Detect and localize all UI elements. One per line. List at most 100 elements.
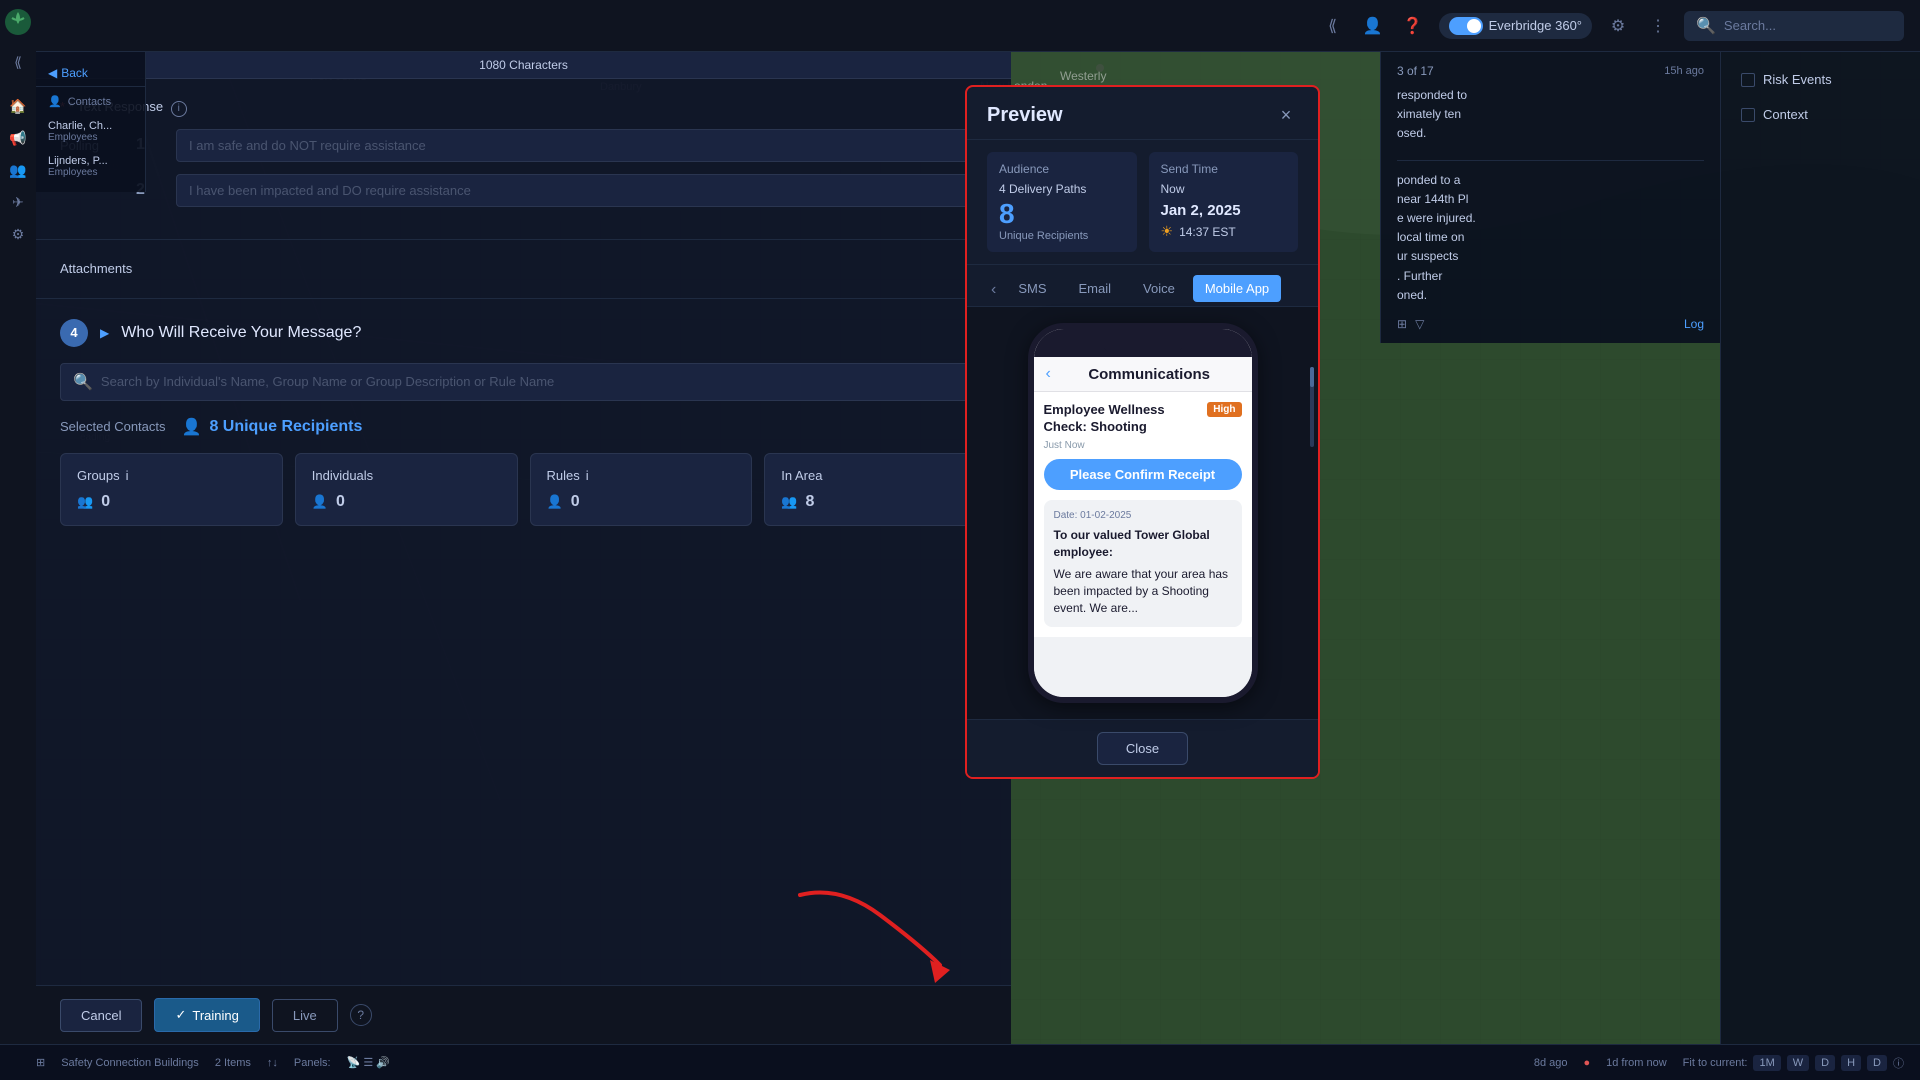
main-panel: 1080 Characters * * Text Response i Poll… xyxy=(36,52,1011,1080)
contact-cards-row: Groups i 👥 0 Individuals 👤 0 xyxy=(60,453,987,526)
tab-mobile-app[interactable]: Mobile App xyxy=(1193,275,1281,302)
time-btn-m[interactable]: 1M xyxy=(1753,1055,1780,1071)
status-bar: ⊞ Safety Connection Buildings 2 Items ↑↓… xyxy=(0,1044,1920,1080)
section-4-header: 4 ▶ Who Will Receive Your Message? xyxy=(60,319,987,347)
time-btn-h[interactable]: H xyxy=(1841,1055,1861,1071)
preview-close-x-button[interactable]: × xyxy=(1274,103,1298,127)
phone-date-line: Date: 01-02-2025 xyxy=(1054,510,1232,521)
time-btn-d[interactable]: D xyxy=(1815,1055,1835,1071)
everbridge-toggle[interactable]: Everbridge 360° xyxy=(1439,13,1592,39)
time-btn-w[interactable]: W xyxy=(1787,1055,1809,1071)
cancel-button[interactable]: Cancel xyxy=(60,999,142,1032)
send-date: Jan 2, 2025 xyxy=(1161,202,1287,219)
info-icon-status[interactable]: ⓘ xyxy=(1893,1055,1904,1071)
live-button[interactable]: Live xyxy=(272,999,338,1032)
right-panel: Risk Events Context xyxy=(1720,52,1920,1044)
priority-badge: High xyxy=(1207,402,1241,417)
in-area-card: In Area 👥 8 xyxy=(764,453,987,526)
context-checkbox[interactable] xyxy=(1741,108,1755,122)
unique-recipients-sub: Unique Recipients xyxy=(999,230,1125,242)
search-bar[interactable]: 🔍 xyxy=(1684,11,1904,41)
preview-scrollbar-thumb[interactable] xyxy=(1310,367,1314,387)
phone-notch xyxy=(1034,329,1252,357)
attachments-section: Attachments xyxy=(36,240,1011,299)
groups-count: 👥 0 xyxy=(77,493,266,511)
phone-nav-title: Communications xyxy=(1059,366,1240,383)
sidebar-home-icon[interactable]: 🏠 xyxy=(4,92,32,120)
user-icon[interactable]: 👤 xyxy=(1359,12,1387,40)
sidebar-collapse-icon[interactable]: ⟪ xyxy=(4,48,32,76)
buildings-label: Safety Connection Buildings xyxy=(61,1057,199,1069)
time-btn-d2[interactable]: D xyxy=(1867,1055,1887,1071)
contacts-section-label: Contacts xyxy=(68,96,111,108)
polling-input-1[interactable] xyxy=(176,129,987,162)
sidebar-settings-icon[interactable]: ⚙ xyxy=(4,220,32,248)
risk-events-item[interactable]: Risk Events xyxy=(1733,64,1908,95)
dot-indicator: ● xyxy=(1583,1057,1590,1069)
filter-icon[interactable]: ⊞ xyxy=(1397,317,1407,331)
expand-icon[interactable]: ▶ xyxy=(100,326,109,340)
phone-body-text: We are aware that your area has been imp… xyxy=(1054,566,1232,616)
tab-email[interactable]: Email xyxy=(1065,273,1126,306)
time-value: 14:37 EST xyxy=(1179,225,1236,239)
phone-mockup: ‹ Communications Employee Wellness Check… xyxy=(1028,323,1258,703)
panel-icons[interactable]: 📡 ☰ 🔊 xyxy=(347,1056,390,1069)
unique-recipients-display: 👤 8 Unique Recipients xyxy=(182,417,363,437)
groups-person-icon: 👥 xyxy=(77,494,93,510)
in-area-card-title: In Area xyxy=(781,468,970,483)
sidebar-contacts-icon[interactable]: 👥 xyxy=(4,156,32,184)
groups-info-icon[interactable]: i xyxy=(126,468,129,483)
sort-icon[interactable]: ↑↓ xyxy=(267,1057,278,1069)
settings-icon[interactable]: ⚙ xyxy=(1604,12,1632,40)
close-bottom-button[interactable]: Close xyxy=(1097,732,1188,765)
send-time-label: Send Time xyxy=(1161,162,1287,176)
send-time-box: Send Time Now Jan 2, 2025 ☀ 14:37 EST xyxy=(1149,152,1299,252)
now-label: 1d from now xyxy=(1606,1057,1667,1069)
collapse-icon[interactable]: ⟪ xyxy=(1319,12,1347,40)
sidebar-send-icon[interactable]: ✈ xyxy=(4,188,32,216)
recipients-section: 4 ▶ Who Will Receive Your Message? 🔍 Sel… xyxy=(36,299,1011,566)
bottom-action-bar: Cancel ✓ Training Live ? xyxy=(36,985,1011,1044)
search-input[interactable] xyxy=(1724,18,1892,33)
rules-person-icon: 👤 xyxy=(547,494,563,510)
phone-body-bold: To our valued Tower Global employee: xyxy=(1054,527,1232,561)
funnel-icon[interactable]: ▽ xyxy=(1415,317,1424,331)
search-contacts-bar[interactable]: 🔍 xyxy=(60,363,987,401)
confirm-receipt-button[interactable]: Please Confirm Receipt xyxy=(1044,459,1242,490)
rules-card: Rules i 👤 0 xyxy=(530,453,753,526)
log-label[interactable]: Log xyxy=(1684,317,1704,331)
tabs-left-chevron[interactable]: ‹ xyxy=(987,277,1000,303)
contact-item-charlie[interactable]: Charlie, Ch... Employees xyxy=(36,114,145,149)
phone-back-icon[interactable]: ‹ xyxy=(1046,365,1051,383)
context-item[interactable]: Context xyxy=(1733,99,1908,130)
text-response-info-icon[interactable]: i xyxy=(171,101,187,117)
training-button[interactable]: ✓ Training xyxy=(154,998,259,1032)
selected-contacts-label: Selected Contacts xyxy=(60,419,166,434)
phone-preview-container: ‹ Communications Employee Wellness Check… xyxy=(967,307,1318,719)
notif-text: responded to ximately ten osed. xyxy=(1397,86,1704,144)
phone-msg-body: Date: 01-02-2025 To our valued Tower Glo… xyxy=(1044,500,1242,627)
help-circle-icon[interactable]: ? xyxy=(350,1004,372,1026)
preview-title: Preview xyxy=(987,104,1063,127)
tab-sms[interactable]: SMS xyxy=(1004,273,1060,306)
polling-input-2[interactable] xyxy=(176,174,987,207)
toggle-switch[interactable] xyxy=(1449,17,1483,35)
risk-events-checkbox[interactable] xyxy=(1741,73,1755,87)
delivery-tabs: ‹ SMS Email Voice Mobile App xyxy=(967,265,1318,307)
section-4-title: Who Will Receive Your Message? xyxy=(121,324,361,342)
sidebar-alerts-icon[interactable]: 📢 xyxy=(4,124,32,152)
phone-msg-header: Employee Wellness Check: Shooting High xyxy=(1044,402,1242,436)
training-label: Training xyxy=(192,1008,238,1023)
text-response-section: * * Text Response i Polling 1 2 xyxy=(36,79,1011,240)
help-icon[interactable]: ❓ xyxy=(1399,12,1427,40)
app-logo[interactable] xyxy=(4,8,32,36)
now-label-preview: Now xyxy=(1161,182,1287,196)
grid-icon[interactable]: ⋮ xyxy=(1644,12,1672,40)
search-contacts-input[interactable] xyxy=(101,374,974,389)
back-button[interactable]: ◀ Back xyxy=(36,60,145,87)
tab-voice[interactable]: Voice xyxy=(1129,273,1189,306)
contact-item-lijnders[interactable]: Lijnders, P... Employees xyxy=(36,149,145,184)
rules-info-icon[interactable]: i xyxy=(586,468,589,483)
individuals-count: 👤 0 xyxy=(312,493,501,511)
notif-controls: ⊞ ▽ Log xyxy=(1397,317,1704,331)
